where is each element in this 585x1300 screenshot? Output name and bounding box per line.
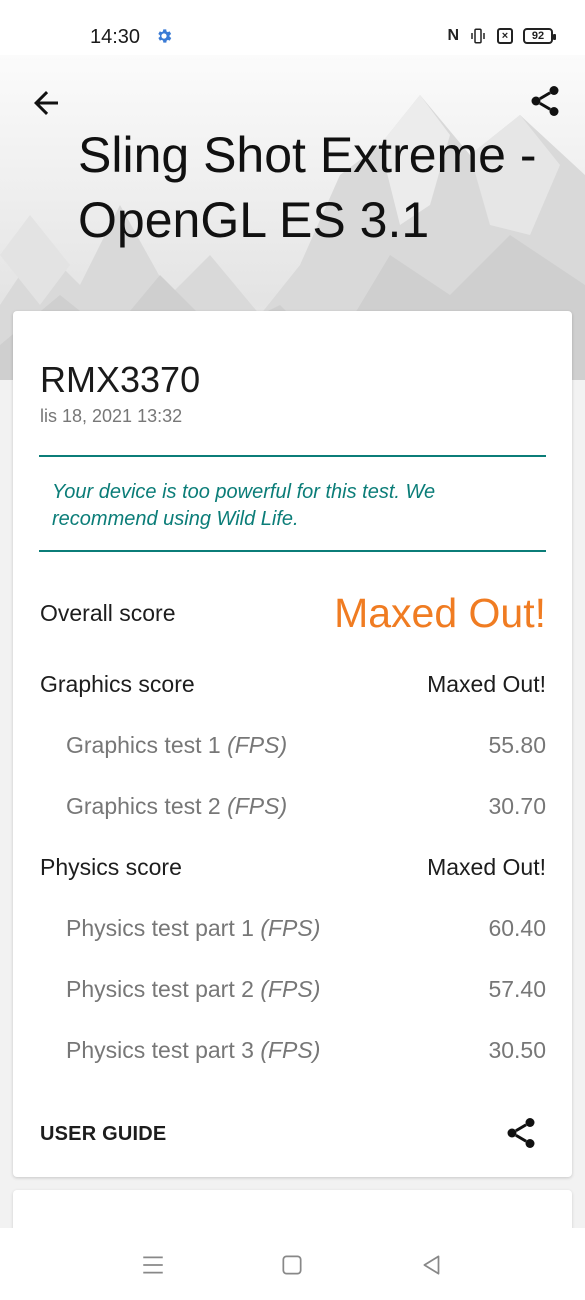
- physics-test-label: Physics test part 1 (FPS): [66, 914, 321, 941]
- graphics-score-row: Graphics score Maxed Out!: [40, 664, 546, 704]
- note-divider-top: [39, 455, 546, 457]
- graphics-test-value: 55.80: [488, 731, 546, 758]
- physics-test-3-row: Physics test part 3 (FPS) 30.50: [40, 1030, 546, 1070]
- test-date: lis 18, 2021 13:32: [40, 406, 183, 426]
- back-triangle-icon[interactable]: [419, 1252, 445, 1278]
- physics-test-label: Physics test part 3 (FPS): [66, 1036, 321, 1063]
- battery-icon: 92: [523, 28, 556, 44]
- user-guide-link[interactable]: USER GUIDE: [40, 1123, 166, 1146]
- physics-test-value: 30.50: [488, 1036, 546, 1063]
- result-card: RMX3370 lis 18, 2021 13:32 Your device i…: [13, 311, 572, 1177]
- overall-score-value: Maxed Out!: [334, 589, 546, 636]
- device-name: RMX3370: [40, 359, 201, 400]
- nfc-icon: N: [447, 27, 459, 44]
- physics-score-row: Physics score Maxed Out!: [40, 847, 546, 887]
- graphics-test-label: Graphics test 1 (FPS): [66, 731, 288, 758]
- physics-test-1-row: Physics test part 1 (FPS) 60.40: [40, 908, 546, 948]
- graphics-test-label: Graphics test 2 (FPS): [66, 792, 288, 819]
- overall-score-label: Overall score: [40, 599, 176, 626]
- back-arrow-icon[interactable]: [28, 85, 64, 121]
- share-icon[interactable]: [503, 1115, 539, 1151]
- physics-test-value: 57.40: [488, 975, 546, 1002]
- graphics-test-2-row: Graphics test 2 (FPS) 30.70: [40, 786, 546, 826]
- note-divider-bottom: [39, 550, 546, 552]
- physics-test-value: 60.40: [488, 914, 546, 941]
- settings-gear-icon: [158, 29, 172, 43]
- menu-icon[interactable]: [140, 1252, 166, 1278]
- home-icon[interactable]: [279, 1252, 305, 1278]
- navigation-bar: [0, 1228, 585, 1300]
- overall-score-row: Overall score Maxed Out!: [40, 590, 546, 636]
- system-icons: N × 92: [447, 26, 556, 46]
- physics-score-value: Maxed Out!: [427, 853, 546, 880]
- page-title: Sling Shot Extreme - OpenGL ES 3.1: [78, 127, 537, 248]
- vibrate-icon: [471, 28, 485, 44]
- graphics-score-label: Graphics score: [40, 670, 195, 697]
- clock: 14:30: [90, 26, 141, 48]
- graphics-test-value: 30.70: [488, 792, 546, 819]
- no-sim-icon: ×: [497, 28, 513, 44]
- graphics-test-1-row: Graphics test 1 (FPS) 55.80: [40, 725, 546, 765]
- recommendation-note: Your device is too powerful for this tes…: [52, 481, 436, 530]
- physics-test-2-row: Physics test part 2 (FPS) 57.40: [40, 969, 546, 1009]
- physics-test-label: Physics test part 2 (FPS): [66, 975, 321, 1002]
- physics-score-label: Physics score: [40, 853, 182, 880]
- share-icon[interactable]: [527, 83, 563, 119]
- graphics-score-value: Maxed Out!: [427, 670, 546, 697]
